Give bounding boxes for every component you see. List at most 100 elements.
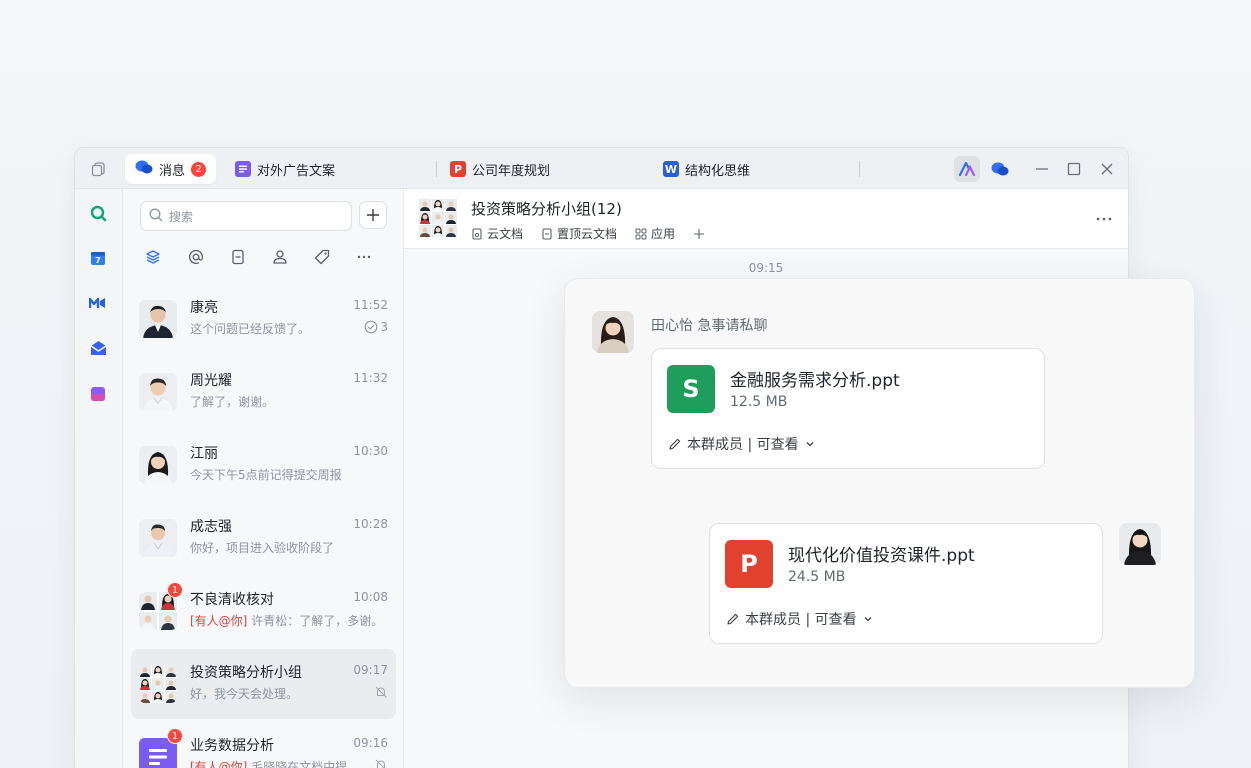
group-avatar: [139, 592, 177, 630]
tab-messages[interactable]: 消息 2: [125, 154, 217, 184]
chat-item-bad-debt-check[interactable]: 1 不良清收核对 10:08 [有人@你] 许青松：了解了，多谢。: [131, 576, 396, 646]
chat-item-kang-liang[interactable]: 康亮 11:52 这个问题已经反馈了。 3: [131, 284, 396, 354]
search-input[interactable]: 搜索: [140, 201, 352, 231]
tab-label: 对外广告文案: [257, 163, 336, 179]
tab-divider: [436, 161, 437, 177]
tool-label: 置顶云文档: [557, 227, 618, 241]
unread-badge: 1: [167, 728, 183, 744]
pinned-docs-button[interactable]: 置顶云文档: [541, 225, 617, 242]
pencil-icon: [727, 613, 739, 625]
tab-divider: [859, 161, 860, 177]
file-size: 12.5 MB: [730, 394, 788, 410]
chat-item-jiang-li[interactable]: 江丽 10:30 今天下午5点前记得提交周报: [131, 430, 396, 500]
tool-label: 应用: [651, 227, 676, 241]
unread-badge: 1: [167, 582, 183, 598]
chat-time: 10:08: [353, 590, 388, 604]
minimize-icon[interactable]: [1031, 158, 1053, 180]
tab-ad-copy[interactable]: 对外广告文案: [225, 154, 345, 184]
document-icon: [542, 227, 552, 240]
video-meeting-icon[interactable]: [89, 294, 107, 312]
pencil-icon: [669, 438, 681, 450]
chat-preview-text: 毛晓晓在文档中提...: [247, 760, 359, 768]
group-avatar: [419, 199, 457, 237]
file-card-financial-analysis[interactable]: S 金融服务需求分析.ppt 12.5 MB 本群成员 | 可查看: [651, 348, 1045, 469]
avatar: [139, 519, 177, 557]
chevron-down-icon: [806, 442, 814, 447]
ppt-file-icon: P: [725, 540, 773, 588]
chat-preview: 了解了，谢谢。: [190, 395, 275, 409]
apps-button[interactable]: 应用: [635, 225, 675, 242]
chat-preview: 这个问题已经反馈了。: [190, 322, 311, 336]
chat-preview: 今天下午5点前记得提交周报: [190, 468, 342, 482]
conversation-title: 投资策略分析小组(12): [471, 200, 622, 218]
check-circle-icon: [365, 320, 378, 334]
new-chat-button[interactable]: [359, 201, 387, 229]
ai-assistant-icon[interactable]: [954, 156, 980, 182]
chat-time: 09:16: [353, 736, 388, 750]
chat-time: 11:52: [353, 298, 388, 312]
chevron-down-icon: [864, 617, 872, 622]
chat-item-business-data[interactable]: 1 业务数据分析 09:16 [有人@你] 毛晓晓在文档中提...: [131, 722, 396, 768]
tab-structured-thinking[interactable]: W 结构化思维: [653, 154, 760, 184]
chat-preview: [有人@你] 许青松：了解了，多谢。: [190, 612, 380, 629]
chat-bubbles-icon: [135, 159, 153, 179]
avatar: [139, 446, 177, 484]
filter-contacts-icon[interactable]: [270, 247, 290, 267]
avatar: [139, 300, 177, 338]
muted-bell-icon: [374, 685, 388, 699]
conversation-toolbar: 云文档 置顶云文档 应用: [471, 225, 705, 242]
read-receipt: 3: [364, 320, 388, 334]
word-icon: W: [663, 161, 679, 177]
file-name: 金融服务需求分析.ppt: [730, 371, 900, 391]
doc-icon: [235, 161, 251, 177]
chat-name: 不良清收核对: [190, 592, 274, 608]
file-permission-dropdown[interactable]: 本群成员 | 可查看: [726, 609, 874, 629]
cloud-docs-button[interactable]: 云文档: [471, 225, 523, 242]
chat-name: 周光耀: [190, 373, 232, 389]
avatar: [139, 373, 177, 411]
add-tool-button[interactable]: [693, 225, 705, 242]
more-options-icon[interactable]: [1096, 209, 1112, 225]
mention-tag: [有人@你]: [190, 614, 248, 628]
chat-preview: [有人@你] 毛晓晓在文档中提...: [190, 758, 380, 768]
chat-item-cheng-zhiqiang[interactable]: 成志强 10:28 你好，项目进入验收阶段了: [131, 503, 396, 573]
search-placeholder: 搜索: [169, 209, 194, 224]
chat-time: 09:17: [353, 663, 388, 677]
tab-annual-plan[interactable]: P 公司年度规划: [440, 154, 560, 184]
app-sidebar: 7: [75, 189, 123, 768]
filter-mentions-icon[interactable]: [186, 247, 206, 267]
plus-icon: [694, 228, 705, 239]
file-permission-dropdown[interactable]: 本群成员 | 可查看: [668, 434, 816, 454]
tool-label: 云文档: [487, 227, 524, 241]
read-count: 3: [380, 320, 388, 334]
chat-item-investment-group[interactable]: 投资策略分析小组 09:17 好，我今天会处理。: [131, 649, 396, 719]
close-icon[interactable]: [1096, 158, 1118, 180]
cloud-doc-icon: [472, 227, 482, 240]
message-timestamp: 09:15: [748, 261, 784, 275]
svg-text:7: 7: [95, 256, 101, 265]
filter-tags-icon[interactable]: [312, 247, 332, 267]
muted-bell-icon: [374, 758, 388, 768]
tab-label: 消息: [159, 163, 186, 179]
message-highlight-card: 田心怡 急事请私聊 S 金融服务需求分析.ppt 12.5 MB 本群成员 | …: [564, 278, 1195, 688]
mail-icon[interactable]: [89, 339, 107, 357]
workplace-icon[interactable]: [89, 385, 107, 403]
search-icon[interactable]: [89, 204, 107, 222]
maximize-icon[interactable]: [1063, 158, 1085, 180]
chat-item-zhou-guangyao[interactable]: 周光耀 11:32 了解了，谢谢。: [131, 357, 396, 427]
conversation-header: 投资策略分析小组(12) 云文档 置顶云文档 应用: [404, 189, 1128, 249]
filter-all-icon[interactable]: [143, 247, 163, 267]
spreadsheet-file-icon: S: [667, 365, 715, 413]
chat-name: 康亮: [190, 300, 218, 316]
chat-bubbles-icon[interactable]: [989, 158, 1011, 180]
tabs-overview-icon[interactable]: [87, 158, 109, 180]
file-card-investment-course[interactable]: P 现代化价值投资课件.ppt 24.5 MB 本群成员 | 可查看: [709, 523, 1103, 644]
filter-docs-icon[interactable]: [228, 247, 248, 267]
file-size: 24.5 MB: [788, 569, 846, 585]
more-filters-icon[interactable]: [354, 247, 374, 267]
chat-list-panel: 搜索 康亮 11:52 这个问题已经反馈了。 3 周光耀 11:32 了解了，谢…: [123, 189, 404, 768]
file-icon-letter: P: [740, 550, 758, 578]
calendar-icon[interactable]: 7: [89, 249, 107, 267]
mention-tag: [有人@你]: [190, 760, 248, 768]
chat-time: 10:28: [353, 517, 388, 531]
